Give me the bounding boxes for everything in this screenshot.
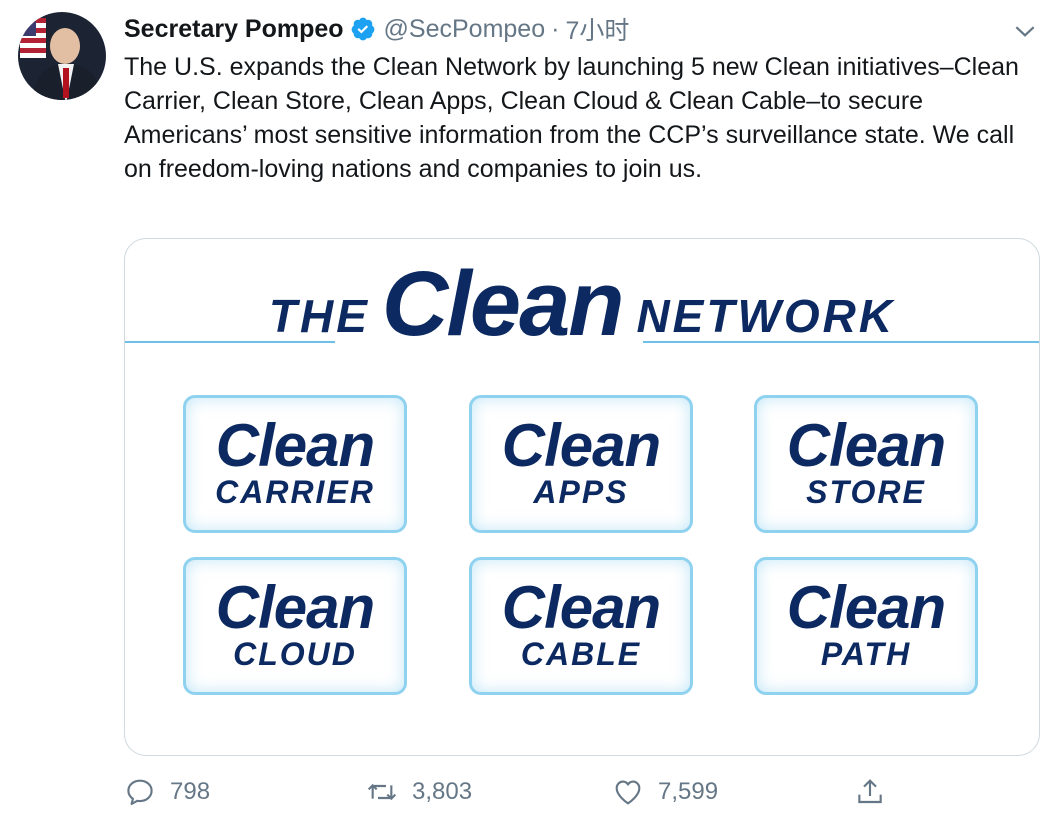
reply-button[interactable]: 798 [124,770,210,814]
verified-badge-icon [350,16,376,42]
banner-network: NETWORK [636,290,896,342]
chevron-down-icon[interactable] [1012,18,1038,44]
tile-title: Clean [501,574,661,641]
retweet-icon [367,783,397,801]
tile-title: Clean [501,412,661,479]
flag-image [20,18,46,58]
tile-subtitle: CLOUD [233,636,357,672]
tile-clean-apps: Clean APPS [469,395,693,533]
tile-subtitle: CABLE [520,636,642,672]
tweet-actions: 798 3,803 7,599 [0,770,1062,814]
banner-the: THE [268,290,370,342]
tile-title: Clean [786,412,946,479]
reply-icon [127,779,153,806]
tile-subtitle: PATH [820,636,912,672]
tile-subtitle: APPS [533,474,629,510]
tile-clean-cloud: Clean CLOUD [183,557,407,695]
avatar-face [50,28,80,64]
retweet-count: 3,803 [412,778,473,805]
avatar[interactable] [18,12,106,100]
tile-title: Clean [786,574,946,641]
author-handle[interactable]: @SecPompeo [384,15,546,44]
tile-clean-store: Clean STORE [754,395,978,533]
tile-clean-path: Clean PATH [754,557,978,695]
tweet-header: Secretary Pompeo @SecPompeo · 7小时 [124,12,629,46]
retweet-button[interactable]: 3,803 [366,770,472,814]
timestamp[interactable]: 7小时 [565,11,629,47]
banner-clean: Clean [381,253,625,355]
tile-subtitle: STORE [806,474,926,510]
tile-title: Clean [215,412,375,479]
tweet-text: The U.S. expands the Clean Network by la… [124,53,1019,183]
author-name[interactable]: Secretary Pompeo [124,15,344,44]
avatar-tie [63,68,69,98]
banner-line-right [643,341,1039,343]
share-button[interactable] [854,770,900,814]
tile-clean-carrier: Clean CARRIER [183,395,407,533]
like-count: 7,599 [658,778,719,805]
tile-clean-cable: Clean CABLE [469,557,693,695]
banner-line-left [125,341,335,343]
reply-count: 798 [170,778,211,805]
share-icon [858,779,882,804]
tile-subtitle: CARRIER [215,474,375,510]
heart-icon [615,780,641,805]
separator-dot: · [551,14,560,43]
tile-title: Clean [215,574,375,641]
media-card[interactable]: THE Clean NETWORK Clean CARRIER Clean AP… [124,238,1040,756]
like-button[interactable]: 7,599 [612,770,718,814]
